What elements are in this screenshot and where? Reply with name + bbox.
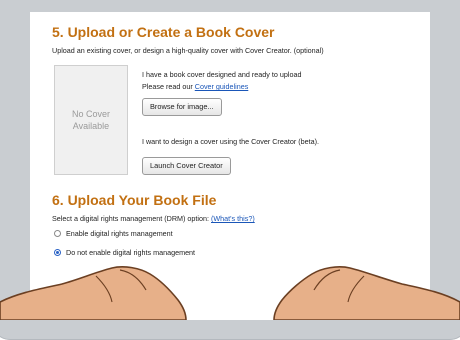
cover-guidelines-link[interactable]: Cover guidelines [195, 82, 249, 91]
file-section-title: 6. Upload Your Book File [52, 192, 217, 208]
browse-image-button[interactable]: Browse for image... [142, 98, 222, 116]
whats-this-link[interactable]: (What's this?) [211, 214, 255, 223]
disable-drm-radio[interactable] [54, 249, 61, 256]
typing-hands [0, 266, 460, 320]
guidelines-line: Please read our Cover guidelines [142, 82, 248, 91]
upload-cover-text: I have a book cover designed and ready t… [142, 70, 302, 79]
cover-placeholder-text: No Cover Available [71, 109, 110, 131]
cover-section-subtitle: Upload an existing cover, or design a hi… [52, 46, 324, 55]
drm-prompt: Select a digital rights management (DRM)… [52, 214, 209, 223]
guidelines-prefix: Please read our [142, 82, 193, 91]
left-hand-icon [0, 266, 187, 320]
disable-drm-label[interactable]: Do not enable digital rights management [66, 248, 195, 257]
launch-cover-creator-button[interactable]: Launch Cover Creator [142, 157, 231, 175]
drm-prompt-line: Select a digital rights management (DRM)… [52, 214, 255, 223]
enable-drm-label[interactable]: Enable digital rights management [66, 229, 173, 238]
enable-drm-radio[interactable] [54, 230, 61, 237]
cover-creator-text: I want to design a cover using the Cover… [142, 137, 319, 146]
cover-placeholder: No Cover Available [54, 65, 128, 175]
right-hand-icon [273, 266, 460, 320]
cover-section-title: 5. Upload or Create a Book Cover [52, 24, 275, 40]
